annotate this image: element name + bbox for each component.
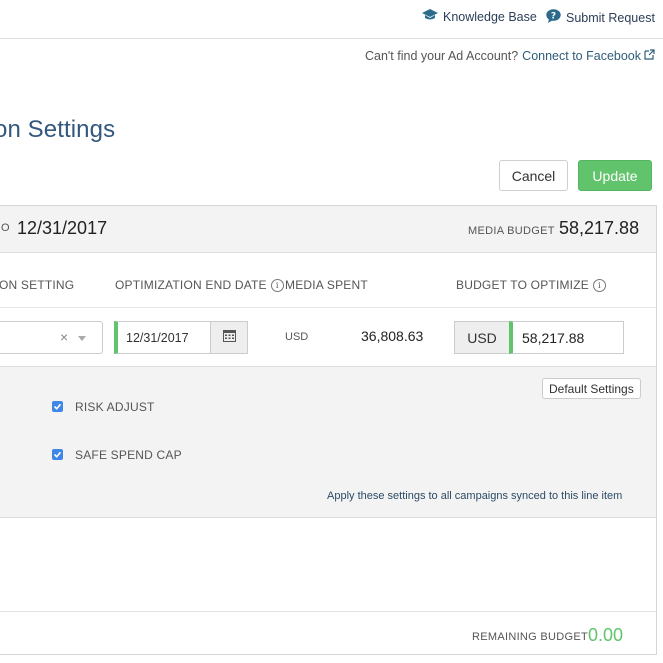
risk-adjust-label: RISK ADJUST [75,400,155,414]
knowledge-base-label: Knowledge Base [443,9,537,24]
connect-to-facebook-link[interactable]: Connect to Facebook [522,49,641,63]
remaining-budget-label: REMAINING BUDGET [472,631,589,643]
submit-request-label: Submit Request [566,10,655,25]
facebook-connect-prompt: Can't find your Ad Account? Connect to F… [365,49,655,63]
panel-header: O 12/31/2017 MEDIA BUDGET 58,217.88 [0,206,656,253]
column-header-budget-to-optimize: BUDGET TO OPTIMIZE i [456,278,606,292]
top-bar: Knowledge Base ? Submit Request [0,0,663,39]
budget-to-optimize-input[interactable]: 58,217.88 [509,321,624,354]
page-title: on Settings [0,116,116,143]
media-spent-currency: USD [285,331,309,343]
calendar-icon [222,329,236,347]
column-header-media-spent: MEDIA SPENT [285,278,368,292]
caret-down-icon[interactable] [78,336,86,341]
column-header-media-spent-label: MEDIA SPENT [285,278,368,292]
end-date-value: 12/31/2017 [126,331,189,345]
graduation-cap-icon [422,9,438,24]
svg-text:?: ? [551,12,556,22]
info-icon[interactable]: i [592,278,606,292]
facebook-prompt-text: Can't find your Ad Account? [364,49,519,63]
column-header-end-date: OPTIMIZATION END DATE i [115,278,284,292]
cancel-button[interactable]: Cancel [499,160,568,191]
clear-x-icon[interactable]: × [60,329,68,345]
budget-currency-addon: USD [454,321,510,354]
media-spent-value: 36,808.63 [361,328,424,344]
default-settings-button[interactable]: Default Settings [542,378,641,399]
safe-spend-cap-label: SAFE SPEND CAP [75,448,182,462]
divider [0,611,656,612]
risk-adjust-checkbox[interactable] [52,401,63,412]
column-header-end-date-label: OPTIMIZATION END DATE [115,278,267,292]
budget-to-optimize-value: 58,217.88 [522,330,585,346]
flight-end-date: 12/31/2017 [17,218,108,238]
media-budget-label: MEDIA BUDGET [468,225,555,237]
external-link-icon [644,49,655,63]
column-header-setting-label: ON SETTING [0,278,75,292]
question-bubble-icon: ? [546,9,561,26]
optimization-settings-area: Default Settings RISK ADJUST SAFE SPEND … [0,366,656,518]
submit-request-link[interactable]: ? Submit Request [546,9,655,26]
info-icon[interactable]: i [270,278,284,292]
optimization-panel: O 12/31/2017 MEDIA BUDGET 58,217.88 ON S… [0,205,657,655]
divider [0,307,656,308]
remaining-budget-value: 0.00 [588,625,624,645]
column-header-budget-label: BUDGET TO OPTIMIZE [456,278,589,292]
date-prefix: O [1,222,10,234]
media-budget-value: 58,217.88 [559,218,640,238]
optimization-end-date-input[interactable]: 12/31/2017 [114,321,248,354]
column-header-setting: ON SETTING [0,278,74,292]
calendar-button[interactable] [210,321,248,354]
safe-spend-cap-checkbox[interactable] [52,449,63,460]
update-button[interactable]: Update [578,160,652,191]
apply-settings-note: Apply these settings to all campaigns sy… [327,490,623,502]
knowledge-base-link[interactable]: Knowledge Base [422,9,537,24]
optimization-setting-select[interactable]: × [0,321,103,354]
